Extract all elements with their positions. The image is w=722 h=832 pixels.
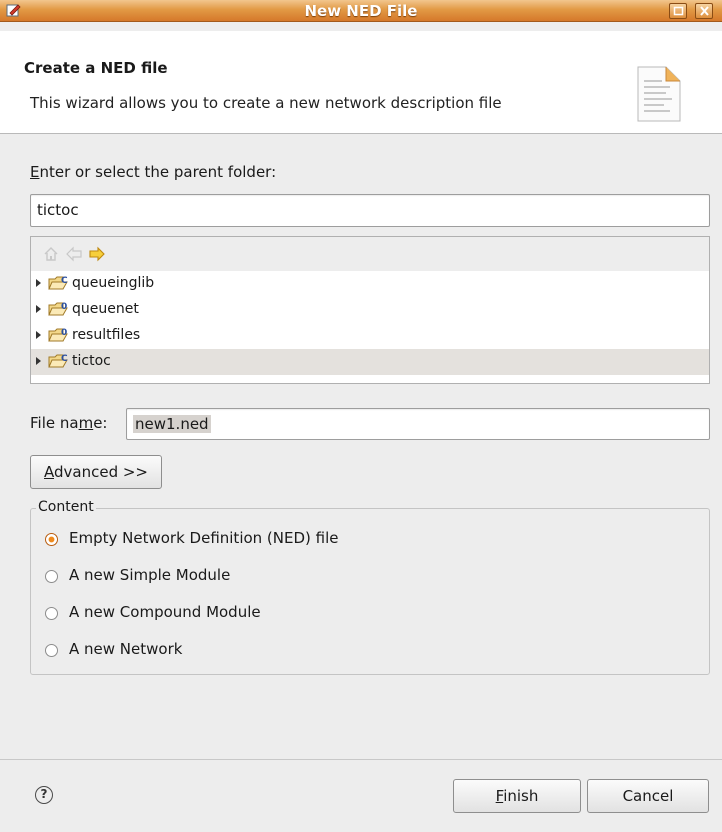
radio-label: A new Simple Module: [69, 566, 231, 584]
parent-folder-label: Enter or select the parent folder:: [30, 163, 276, 181]
wizard-title: Create a NED file: [24, 59, 168, 77]
advanced-label: dvanced >>: [54, 463, 148, 481]
c-project-folder-icon: C: [48, 354, 68, 368]
expand-triangle-icon[interactable]: [36, 357, 41, 365]
advanced-button[interactable]: Advanced >>: [30, 455, 162, 489]
close-button[interactable]: [695, 3, 713, 19]
file-name-label-end: e:: [93, 414, 108, 432]
radio-label: A new Compound Module: [69, 603, 261, 621]
tree-item-label: resultfiles: [72, 327, 141, 343]
tree-item-queuenet[interactable]: 0 queuenet: [31, 297, 709, 323]
maximize-icon: [673, 6, 684, 16]
parent-folder-label-text: nter or select the parent folder:: [39, 163, 277, 181]
folder-tree[interactable]: C queueinglib 0 queuenet 0 resultfiles C…: [30, 236, 710, 384]
o-project-folder-icon: 0: [48, 328, 68, 342]
forward-arrow-icon[interactable]: [89, 246, 105, 262]
tree-item-label: tictoc: [72, 353, 111, 369]
window-title: New NED File: [304, 2, 418, 20]
parent-folder-input[interactable]: tictoc: [30, 194, 710, 227]
tree-item-label: queuenet: [72, 301, 139, 317]
tree-toolbar: [31, 237, 709, 271]
tree-item-tictoc[interactable]: C tictoc: [31, 349, 709, 375]
expand-triangle-icon[interactable]: [36, 331, 41, 339]
o-project-folder-icon: 0: [48, 302, 68, 316]
help-icon[interactable]: ?: [35, 786, 53, 804]
content-legend: Content: [36, 499, 96, 515]
file-name-value: new1.ned: [133, 415, 211, 433]
content-group: Content Empty Network Definition (NED) f…: [30, 499, 710, 675]
maximize-button[interactable]: [669, 3, 687, 19]
svg-text:0: 0: [61, 328, 67, 338]
radio-label: Empty Network Definition (NED) file: [69, 529, 339, 547]
window-titlebar[interactable]: New NED File: [0, 0, 722, 22]
file-name-input[interactable]: new1.ned: [126, 408, 710, 440]
cancel-button[interactable]: Cancel: [587, 779, 709, 813]
radio-button[interactable]: [45, 644, 58, 657]
tree-item-queueinglib[interactable]: C queueinglib: [31, 271, 709, 297]
finish-label: inish: [503, 787, 539, 805]
home-icon[interactable]: [43, 246, 59, 262]
footer-separator: [0, 759, 722, 760]
finish-button[interactable]: Finish: [453, 779, 581, 813]
svg-text:C: C: [61, 354, 68, 364]
file-name-label: File name:: [30, 414, 108, 432]
radio-button[interactable]: [45, 607, 58, 620]
tree-item-label: queueinglib: [72, 275, 155, 291]
c-project-folder-icon: C: [48, 276, 68, 290]
document-icon: [637, 66, 681, 122]
header-strip: [0, 22, 722, 31]
expand-triangle-icon[interactable]: [36, 305, 41, 313]
wizard-description: This wizard allows you to create a new n…: [30, 94, 502, 112]
svg-text:C: C: [61, 276, 68, 286]
radio-button[interactable]: [45, 570, 58, 583]
tree-item-resultfiles[interactable]: 0 resultfiles: [31, 323, 709, 349]
file-name-mnemonic: m: [78, 414, 94, 432]
expand-triangle-icon[interactable]: [36, 279, 41, 287]
radio-button-checked[interactable]: [45, 533, 58, 546]
close-icon: [700, 6, 709, 16]
svg-text:0: 0: [61, 302, 67, 312]
radio-label: A new Network: [69, 640, 183, 658]
back-arrow-icon[interactable]: [66, 246, 82, 262]
wizard-header: Create a NED file This wizard allows you…: [0, 22, 722, 134]
advanced-mnemonic: A: [44, 463, 54, 481]
file-name-label-start: File na: [30, 414, 79, 432]
